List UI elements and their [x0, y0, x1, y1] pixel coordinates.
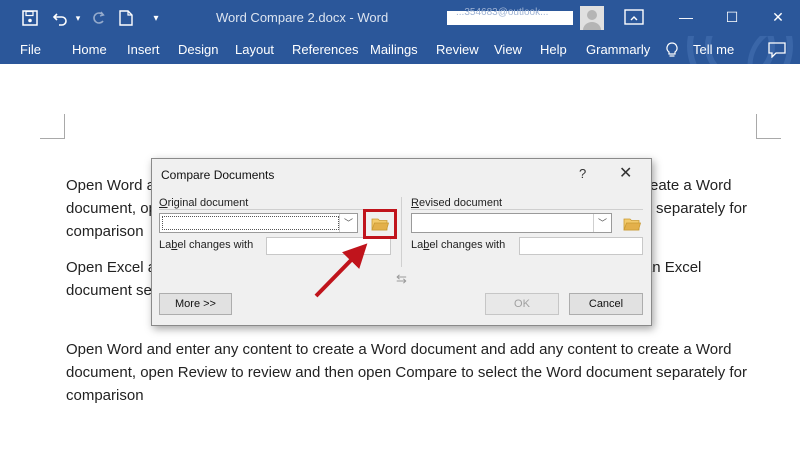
- chevron-down-icon[interactable]: ﹀: [339, 214, 357, 232]
- avatar[interactable]: [580, 6, 604, 30]
- original-document-label: Original document: [159, 197, 249, 209]
- help-button[interactable]: ?: [579, 166, 586, 181]
- paragraph-3[interactable]: Open Word and enter any content to creat…: [66, 338, 756, 407]
- document-title: Word Compare 2.docx - Word: [216, 10, 389, 25]
- ok-button[interactable]: OK: [485, 293, 559, 315]
- lightbulb-icon[interactable]: [666, 42, 678, 61]
- label-changes-revised-input[interactable]: [519, 237, 643, 255]
- tell-me-search[interactable]: Tell me: [693, 42, 734, 57]
- section-separator: [401, 197, 402, 267]
- cancel-button[interactable]: Cancel: [569, 293, 643, 315]
- tab-home[interactable]: Home: [72, 42, 107, 57]
- folder-open-icon[interactable]: [623, 217, 641, 231]
- new-document-icon[interactable]: [116, 8, 136, 28]
- revised-document-input[interactable]: [414, 216, 593, 230]
- customize-toolbar-icon[interactable]: ▾: [146, 8, 166, 28]
- ribbon-display-options-icon[interactable]: [624, 8, 644, 26]
- revised-document-combo[interactable]: ﹀: [411, 213, 612, 233]
- label-changes-original-label: Label changes with: [159, 239, 254, 251]
- undo-dropdown-icon[interactable]: ▾: [68, 8, 88, 28]
- close-dialog-button[interactable]: ✕: [619, 163, 632, 183]
- dialog-title: Compare Documents: [161, 168, 275, 182]
- close-window-icon[interactable]: ✕: [766, 6, 790, 28]
- tab-help[interactable]: Help: [540, 42, 567, 57]
- compare-documents-dialog: Compare Documents ? ✕ Original document …: [151, 158, 652, 326]
- save-icon[interactable]: [20, 8, 40, 28]
- tab-review[interactable]: Review: [436, 42, 479, 57]
- comments-icon[interactable]: [768, 42, 788, 61]
- folder-highlight-box: [363, 209, 397, 239]
- margin-corner-left: [40, 114, 65, 139]
- title-bar: ▾ ▾ Word Compare 2.docx - Word ...354683…: [0, 0, 800, 36]
- margin-corner-right: [756, 114, 781, 139]
- revised-document-label: Revised document: [411, 197, 503, 209]
- label-changes-original-input[interactable]: [266, 237, 391, 255]
- tab-design[interactable]: Design: [178, 42, 218, 57]
- original-document-combo[interactable]: ﹀: [159, 213, 358, 233]
- redo-icon[interactable]: [88, 8, 108, 28]
- more-button[interactable]: More >>: [159, 293, 232, 315]
- original-divider: [159, 209, 395, 210]
- tab-layout[interactable]: Layout: [235, 42, 274, 57]
- chevron-down-icon[interactable]: ﹀: [593, 214, 611, 232]
- label-changes-revised-label: Label changes with: [411, 239, 506, 251]
- tab-view[interactable]: View: [494, 42, 522, 57]
- revised-divider: [411, 209, 643, 210]
- tab-file[interactable]: File: [20, 42, 41, 57]
- tab-references[interactable]: References: [292, 42, 358, 57]
- ribbon-tabs: File Home Insert Design Layout Reference…: [0, 36, 800, 64]
- original-document-input[interactable]: [162, 216, 339, 230]
- maximize-icon[interactable]: ☐: [720, 6, 744, 28]
- tab-insert[interactable]: Insert: [127, 42, 160, 57]
- minimize-icon[interactable]: —: [674, 6, 698, 28]
- undo-icon[interactable]: [50, 8, 70, 28]
- tab-mailings[interactable]: Mailings: [370, 42, 418, 57]
- user-account-text: ...354683@outlook...: [456, 7, 549, 18]
- swap-documents-icon[interactable]: ⇆: [396, 271, 407, 287]
- tab-grammarly[interactable]: Grammarly: [586, 42, 650, 57]
